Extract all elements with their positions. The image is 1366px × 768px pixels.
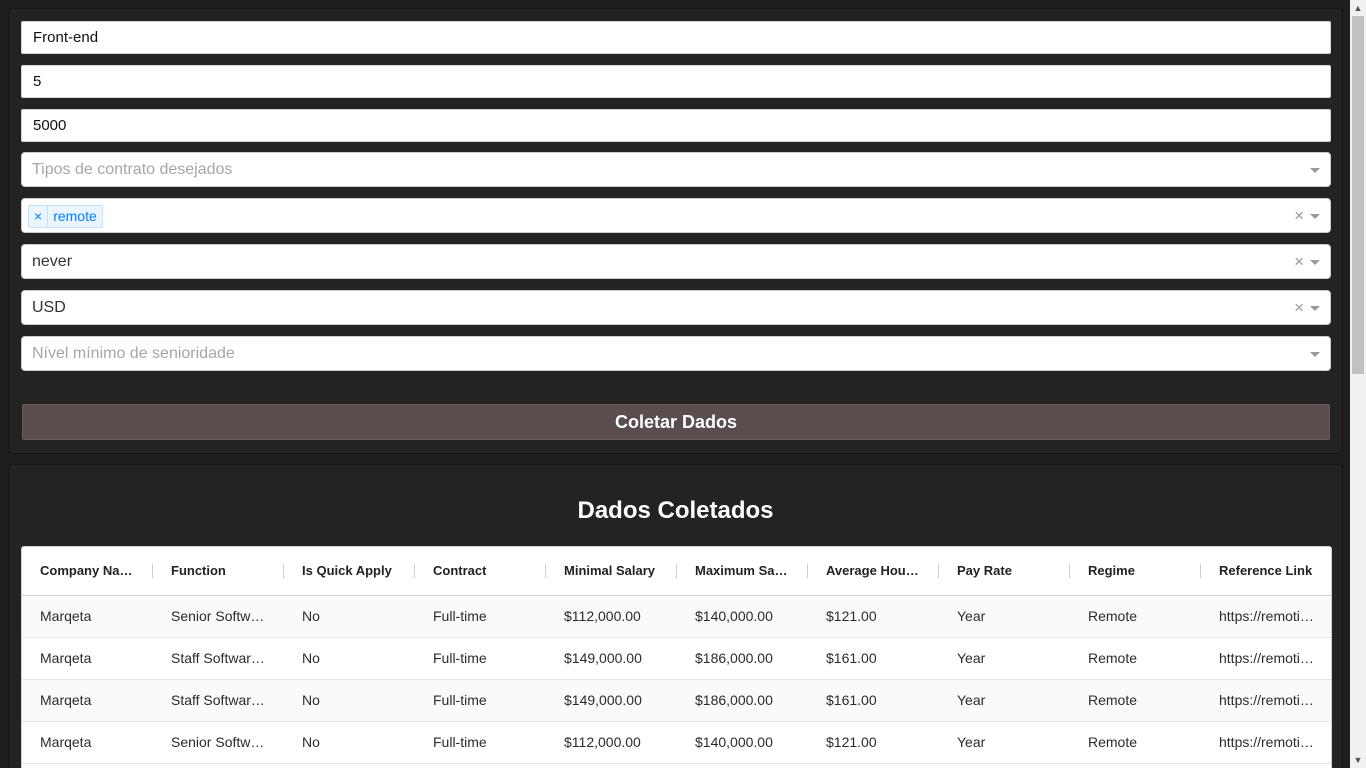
scroll-down-icon[interactable]: ▼: [1350, 752, 1366, 768]
table-cell: Year: [957, 734, 986, 750]
chevron-down-icon[interactable]: [1310, 214, 1320, 219]
table-cell: No: [302, 692, 320, 708]
table-row[interactable]: Marqeta Staff Software Engineer No Full-…: [22, 680, 1331, 722]
table-cell: Full-time: [433, 650, 487, 666]
column-header[interactable]: Maximum Salary: [677, 547, 808, 595]
page-scrollbar[interactable]: ▲ ▼: [1350, 0, 1366, 768]
contract-types-select[interactable]: Tipos de contrato desejados: [21, 152, 1331, 187]
tag-remove-icon[interactable]: ×: [29, 206, 49, 227]
column-header[interactable]: Function: [153, 547, 284, 595]
table-cell: $121.00: [826, 608, 877, 624]
contract-types-placeholder: Tipos de contrato desejados: [32, 161, 233, 178]
table-cell: $140,000.00: [695, 608, 773, 624]
table-cell[interactable]: https://remotive.com: [1201, 680, 1331, 721]
table-cell: $186,000.00: [695, 650, 773, 666]
role-input[interactable]: [21, 21, 1331, 54]
chevron-down-icon[interactable]: [1310, 306, 1320, 311]
number-input[interactable]: [21, 65, 1331, 98]
table-cell: No: [302, 608, 320, 624]
currency-value: USD: [32, 299, 66, 316]
table-cell: $149,000.00: [564, 650, 642, 666]
table-cell[interactable]: https://remotive.com: [1201, 722, 1331, 763]
table-cell[interactable]: https://remotive.com: [1201, 596, 1331, 637]
seniority-placeholder: Nível mínimo de senioridade: [32, 345, 235, 362]
column-header[interactable]: Contract: [415, 547, 546, 595]
chevron-down-icon[interactable]: [1310, 168, 1320, 173]
table-row[interactable]: Marqeta Senior Software Engineer No Full…: [22, 596, 1331, 638]
column-header[interactable]: Average Hourly: [808, 547, 939, 595]
table-cell: Full-time: [433, 692, 487, 708]
clear-icon[interactable]: ×: [1294, 291, 1304, 324]
collect-data-button[interactable]: Coletar Dados: [22, 404, 1330, 440]
search-form-panel: Tipos de contrato desejados × remote × n…: [8, 8, 1343, 454]
scrollbar-thumb[interactable]: [1352, 16, 1364, 374]
currency-select[interactable]: USD ×: [21, 290, 1331, 325]
table-cell: $121.00: [826, 734, 877, 750]
seniority-select[interactable]: Nível mínimo de senioridade: [21, 336, 1331, 371]
column-header[interactable]: Minimal Salary: [546, 547, 677, 595]
table-cell: Marqeta: [40, 734, 92, 750]
regime-tag: × remote: [28, 205, 103, 228]
table-cell: No: [302, 650, 320, 666]
salary-input[interactable]: [21, 109, 1331, 142]
table-cell: Remote: [1088, 734, 1138, 750]
clear-icon[interactable]: ×: [1294, 245, 1304, 278]
column-header[interactable]: Pay Rate: [939, 547, 1070, 595]
frequency-value: never: [32, 253, 73, 270]
table-cell: Marqeta: [40, 650, 92, 666]
table-cell: $149,000.00: [564, 692, 642, 708]
table-cell: Marqeta: [40, 692, 92, 708]
frequency-select[interactable]: never ×: [21, 244, 1331, 279]
results-table: Company Name Function Is Quick Apply Con…: [21, 546, 1332, 768]
table-cell: $112,000.00: [564, 734, 641, 750]
chevron-down-icon[interactable]: [1310, 352, 1320, 357]
table-cell: Year: [957, 692, 986, 708]
table-cell: Staff Software Engineer: [171, 692, 284, 708]
table-cell: Year: [957, 650, 986, 666]
scroll-up-icon[interactable]: ▲: [1350, 0, 1366, 16]
column-header[interactable]: Reference Link: [1201, 547, 1331, 595]
table-cell: Full-time: [433, 608, 487, 624]
column-header[interactable]: Is Quick Apply: [284, 547, 415, 595]
clear-icon[interactable]: ×: [1294, 199, 1304, 232]
table-cell: Year: [957, 608, 986, 624]
page: Tipos de contrato desejados × remote × n…: [0, 0, 1350, 768]
table-cell: $186,000.00: [695, 692, 773, 708]
table-cell: Remote: [1088, 692, 1138, 708]
table-cell: Remote: [1088, 608, 1138, 624]
column-header[interactable]: Regime: [1070, 547, 1201, 595]
table-cell: Staff Software Engineer: [171, 650, 284, 666]
table-cell: Senior Software Engineer: [171, 734, 284, 750]
table-cell: No: [302, 734, 320, 750]
table-cell: Remote: [1088, 650, 1138, 666]
table-cell: $112,000.00: [564, 608, 641, 624]
table-cell: $140,000.00: [695, 734, 773, 750]
table-cell: $161.00: [826, 692, 877, 708]
table-cell[interactable]: https://remotive.com: [1201, 638, 1331, 679]
table-cell: $161.00: [826, 650, 877, 666]
table-body: Marqeta Senior Software Engineer No Full…: [22, 596, 1331, 764]
table-header: Company Name Function Is Quick Apply Con…: [22, 547, 1331, 596]
regime-select[interactable]: × remote ×: [21, 198, 1331, 233]
results-panel: Dados Coletados Company Name Function Is…: [8, 464, 1343, 768]
table-cell: Marqeta: [40, 608, 92, 624]
column-header[interactable]: Company Name: [22, 547, 153, 595]
table-cell: Senior Software Engineer: [171, 608, 284, 624]
table-row[interactable]: Marqeta Staff Software Engineer No Full-…: [22, 638, 1331, 680]
results-title: Dados Coletados: [577, 497, 774, 524]
chevron-down-icon[interactable]: [1310, 260, 1320, 265]
table-row[interactable]: Marqeta Senior Software Engineer No Full…: [22, 722, 1331, 764]
table-cell: Full-time: [433, 734, 487, 750]
regime-tag-label: remote: [53, 208, 97, 224]
